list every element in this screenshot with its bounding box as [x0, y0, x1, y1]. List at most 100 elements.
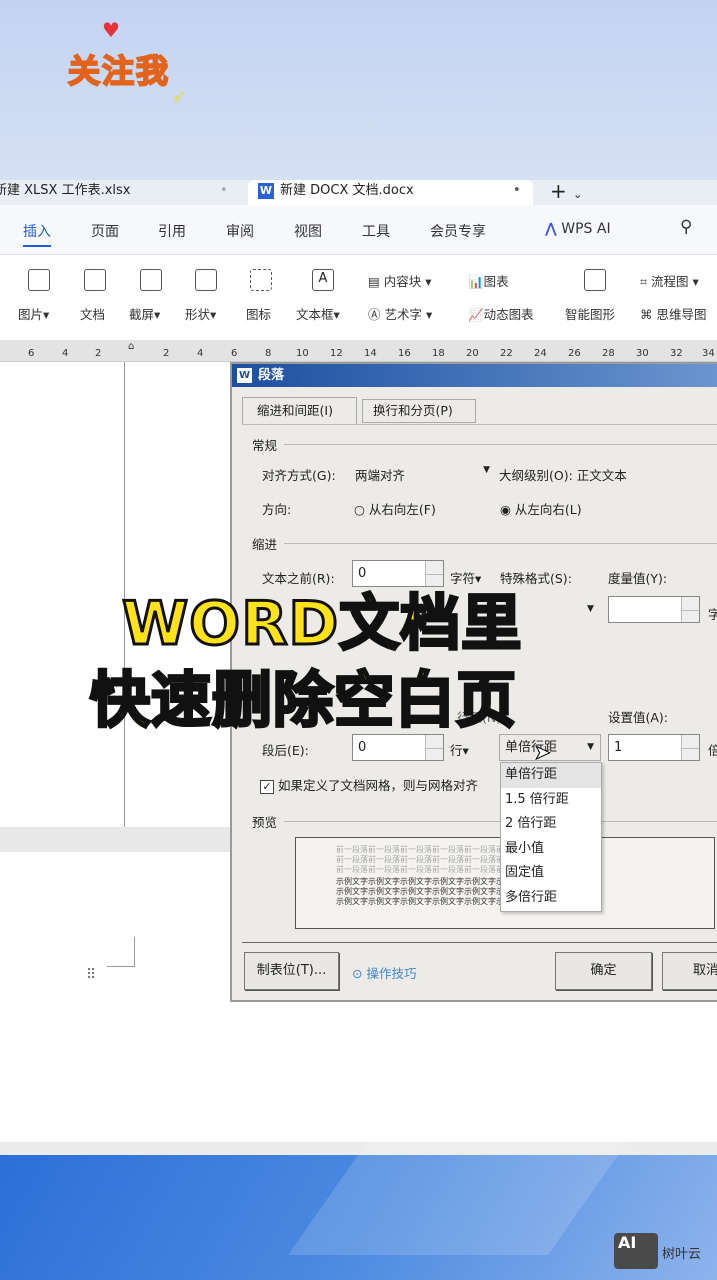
option-single[interactable]: 单倍行距: [501, 763, 601, 788]
ruler-tick: 6: [28, 348, 35, 359]
ruler-tick: 22: [500, 348, 513, 359]
shape-button[interactable]: 形状▾: [185, 304, 216, 323]
ruler-tick: 12: [330, 348, 343, 359]
tab-line-page-breaks[interactable]: 换行和分页(P): [362, 399, 476, 423]
new-tab-button[interactable]: + ⌄: [550, 180, 582, 205]
ruler-tick: 8: [265, 348, 272, 359]
picture-icon: [28, 269, 50, 291]
align-select[interactable]: 两端对齐 ▼: [355, 465, 490, 484]
set-value-input[interactable]: 1: [608, 734, 700, 761]
divider: [242, 942, 717, 943]
word-icon: W: [258, 183, 274, 199]
label: 从左向右(L): [514, 502, 582, 517]
watermark-text: 树叶云: [662, 1247, 702, 1262]
label: 文本框: [296, 307, 334, 322]
tab-xlsx[interactable]: 新建 XLSX 工作表.xlsx •: [0, 180, 234, 205]
ruler-tick: 20: [466, 348, 479, 359]
value: 0: [358, 740, 367, 755]
spinner[interactable]: [681, 597, 699, 622]
menu-references[interactable]: 引用: [158, 221, 186, 241]
radio-rtl[interactable]: ○ 从右向左(F): [354, 499, 436, 518]
tab-label: 新建 XLSX 工作表.xlsx: [0, 183, 131, 198]
chart-button[interactable]: 📊图表: [468, 271, 509, 290]
sticker-text: 关注我: [67, 51, 171, 91]
menu-view[interactable]: 视图: [294, 221, 322, 241]
radio-ltr[interactable]: ◉ 从左向右(L): [500, 499, 582, 518]
label: 形状: [185, 307, 211, 322]
mindmap-button[interactable]: ⌘ 思维导图: [640, 304, 707, 323]
ruler-tick: 24: [534, 348, 547, 359]
after-label: 段后(E):: [262, 743, 309, 758]
ruler-tick: 4: [197, 348, 204, 359]
ruler-tick: 16: [398, 348, 411, 359]
option-double[interactable]: 2 倍行距: [501, 812, 601, 837]
ok-button[interactable]: 确定: [555, 952, 652, 990]
radio-empty-icon: ○: [354, 502, 365, 517]
tab-docx[interactable]: W 新建 DOCX 文档.docx •: [248, 180, 533, 205]
ruler-tick: 26: [568, 348, 581, 359]
menu-review[interactable]: 审阅: [226, 221, 254, 241]
value: 1: [614, 740, 623, 755]
ruler-tick: 14: [364, 348, 377, 359]
document-icon: [84, 269, 106, 291]
label: 从右向左(F): [368, 502, 436, 517]
textbox-button[interactable]: 文本框▾: [296, 304, 340, 323]
label: 思维导图: [656, 307, 707, 322]
smart-shape-icon: [584, 269, 606, 291]
indent-marker-icon[interactable]: ⌂: [128, 341, 134, 352]
arrow-icon: ➶: [172, 86, 188, 107]
unit-line-select[interactable]: 行▾: [450, 740, 469, 759]
option-multiple[interactable]: 多倍行距: [501, 886, 601, 911]
menu-tools[interactable]: 工具: [362, 221, 390, 241]
cancel-button[interactable]: 取消: [662, 952, 717, 990]
checkbox-checked-icon: ✓: [260, 780, 274, 794]
menu-insert[interactable]: 插入: [23, 221, 51, 247]
wordart-button[interactable]: Ⓐ 艺术字 ▾: [368, 304, 432, 323]
label: 流程图: [651, 274, 689, 289]
icons-button[interactable]: 图标: [246, 304, 271, 323]
divider: [284, 444, 717, 445]
label: 内容块: [383, 274, 422, 289]
grid-checkbox[interactable]: ✓ 如果定义了文档网格，则与网格对齐: [260, 775, 478, 794]
search-icon[interactable]: ⚲: [680, 217, 692, 237]
menu-page[interactable]: 页面: [91, 221, 119, 241]
align-label: 对齐方式(G):: [262, 468, 336, 483]
ribbon-toolbar: A ▤ 内容块 ▾ 📊图表 ⌗ 流程图 ▾ 图片▾ 文档 截屏▾ 形状▾ 图标 …: [0, 255, 717, 340]
option-fixed[interactable]: 固定值: [501, 861, 601, 886]
option-1-5[interactable]: 1.5 倍行距: [501, 788, 601, 813]
content-block-button[interactable]: ▤ 内容块 ▾: [368, 271, 432, 290]
tabstop-button[interactable]: 制表位(T)...: [244, 952, 339, 990]
screenshot-button[interactable]: 截屏▾: [129, 304, 160, 323]
heart-icon: ♥: [102, 18, 120, 42]
dynamic-chart-button[interactable]: 📈动态图表: [468, 304, 534, 323]
smart-shape-button[interactable]: 智能图形: [565, 304, 615, 323]
watermark-logo: AI: [614, 1233, 658, 1269]
logo-text: AI: [618, 1233, 637, 1252]
wps-ai-icon: ⋀: [545, 221, 557, 237]
tab-indent-spacing[interactable]: 缩进和间距(I): [242, 397, 357, 424]
menu-bar: 插入 页面 引用 审阅 视图 工具 会员专享 ⋀ WPS AI ⚲: [0, 205, 717, 255]
label: 动态图表: [483, 307, 534, 322]
flowchart-button[interactable]: ⌗ 流程图 ▾: [640, 271, 699, 290]
menu-member[interactable]: 会员专享: [430, 221, 486, 241]
ruler-tick: 28: [602, 348, 615, 359]
tips-link[interactable]: ⊙ 操作技巧: [352, 963, 416, 982]
ruler-tick: 4: [62, 348, 69, 359]
option-minimum[interactable]: 最小值: [501, 837, 601, 862]
document-button[interactable]: 文档: [80, 304, 105, 323]
shape-icon: [195, 269, 217, 291]
outline-value: 正文文本: [576, 468, 627, 483]
outline-level[interactable]: 大纲级别(O): 正文文本: [499, 465, 627, 484]
ruler-tick: 30: [636, 348, 649, 359]
divider: [284, 543, 717, 544]
spinner[interactable]: [681, 735, 699, 760]
menu-wps-ai[interactable]: ⋀ WPS AI: [545, 221, 611, 237]
dialog-titlebar[interactable]: W 段落: [232, 364, 717, 387]
label: 如果定义了文档网格，则与网格对齐: [277, 778, 478, 793]
ruler[interactable]: 6 4 2 ⌂ 2 4 6 8 10 12 14 16 18 20 22 24 …: [0, 340, 717, 362]
icons-icon: [250, 269, 272, 291]
picture-button[interactable]: 图片▾: [18, 304, 49, 323]
special-format-dropdown-arrow[interactable]: ▼: [587, 604, 594, 614]
measure-input[interactable]: [608, 596, 700, 623]
drag-handle-icon[interactable]: ⠿: [86, 967, 96, 983]
